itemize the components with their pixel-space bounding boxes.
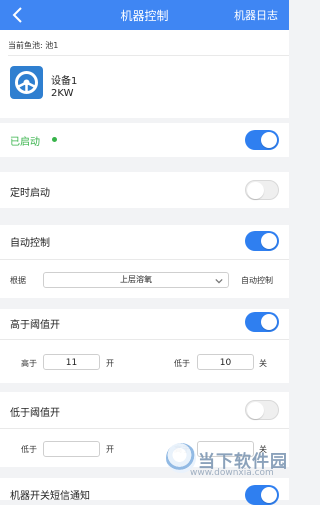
divider bbox=[0, 259, 289, 260]
device-name: 设备1 bbox=[51, 76, 78, 87]
pond-card: 当前鱼池: 池1 bbox=[0, 30, 289, 56]
watermark-url: www.downxia.com bbox=[190, 468, 274, 478]
high-label: 高于阈值开 bbox=[10, 320, 60, 331]
timer-card: 定时启动 bbox=[0, 172, 289, 208]
divider bbox=[0, 428, 289, 429]
low-above-input[interactable] bbox=[43, 441, 100, 457]
high-below-input[interactable]: 10 bbox=[197, 354, 254, 370]
notify-card: 机器开关短信通知 bbox=[0, 478, 289, 505]
auto-control-right-label: 自动控制 bbox=[241, 276, 273, 285]
low-above-label: 低于 bbox=[21, 445, 37, 454]
device-card: 设备1 2KW bbox=[0, 56, 289, 118]
high-below-label: 低于 bbox=[174, 359, 190, 368]
low-label: 低于阈值开 bbox=[10, 408, 60, 419]
high-above-input[interactable]: 11 bbox=[43, 354, 100, 370]
status-label: 已启动 bbox=[10, 137, 40, 148]
low-on-label: 开 bbox=[106, 445, 114, 454]
low-toggle[interactable] bbox=[245, 400, 279, 420]
timer-label: 定时启动 bbox=[10, 188, 50, 199]
current-pond-label: 当前鱼池: 池1 bbox=[8, 41, 59, 50]
notify-toggle[interactable] bbox=[245, 485, 279, 505]
steering-wheel-icon bbox=[15, 71, 38, 94]
chevron-down-icon bbox=[215, 278, 223, 284]
sensor-select-value: 上层溶氧 bbox=[120, 275, 152, 284]
high-threshold-card: 高于阈值开 高于 11 开 低于 10 关 bbox=[0, 309, 289, 383]
status-dot bbox=[52, 137, 57, 142]
device-icon bbox=[10, 66, 43, 99]
top-bar: 机器控制 机器日志 bbox=[0, 0, 289, 30]
high-on-label: 开 bbox=[106, 359, 114, 368]
machine-log-link[interactable]: 机器日志 bbox=[234, 7, 278, 23]
device-power: 2KW bbox=[51, 88, 74, 99]
high-toggle[interactable] bbox=[245, 312, 279, 332]
divider bbox=[0, 339, 289, 340]
high-above-label: 高于 bbox=[21, 359, 37, 368]
high-off-label: 关 bbox=[259, 359, 267, 368]
sensor-select[interactable]: 上层溶氧 bbox=[43, 272, 229, 288]
auto-control-card: 自动控制 根据 上层溶氧 自动控制 bbox=[0, 225, 289, 298]
auto-toggle[interactable] bbox=[245, 231, 279, 251]
status-card: 已启动 bbox=[0, 123, 289, 157]
timer-toggle[interactable] bbox=[245, 180, 279, 200]
basis-label: 根据 bbox=[10, 276, 26, 285]
status-toggle[interactable] bbox=[245, 130, 279, 150]
auto-label: 自动控制 bbox=[10, 238, 50, 249]
